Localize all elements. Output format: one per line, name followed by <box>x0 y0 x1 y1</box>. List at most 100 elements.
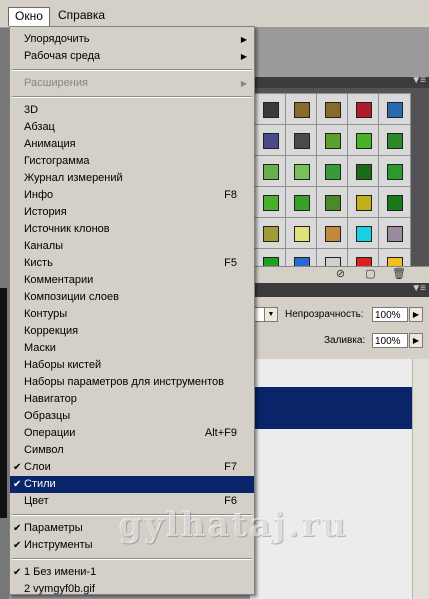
style-swatch[interactable] <box>378 124 411 157</box>
layers-panel-header[interactable]: ▼≡ <box>250 283 429 297</box>
menu-item[interactable]: Символ <box>10 442 254 459</box>
style-swatch[interactable] <box>285 93 318 126</box>
menu-item-label: Слои <box>24 461 51 473</box>
menu-item[interactable]: 3D <box>10 102 254 119</box>
style-swatch[interactable] <box>378 155 411 188</box>
style-swatch-preview <box>294 133 310 149</box>
style-swatch[interactable] <box>347 186 380 219</box>
style-swatch[interactable] <box>347 217 380 250</box>
menu-item-label: Рабочая среда <box>24 50 101 62</box>
menu-item-label: Инфо <box>24 189 54 201</box>
style-swatch[interactable] <box>254 124 287 157</box>
menu-help[interactable]: Справка <box>52 7 111 24</box>
style-swatch-preview <box>356 164 372 180</box>
menu-window[interactable]: Окно <box>8 7 50 26</box>
style-swatch-preview <box>294 102 310 118</box>
style-swatch[interactable] <box>254 93 287 126</box>
style-swatch[interactable] <box>378 186 411 219</box>
style-swatch[interactable] <box>347 124 380 157</box>
style-swatch-preview <box>387 102 403 118</box>
menu-bar: Окно Справка <box>0 0 429 28</box>
menu-item[interactable]: Инфо F8 <box>10 187 254 204</box>
menu-item-label: История <box>24 206 67 218</box>
menu-item[interactable]: ✔ Слои F7 <box>10 459 254 476</box>
style-swatch[interactable] <box>316 217 349 250</box>
menu-item-label: Абзац <box>24 121 55 133</box>
menu-item[interactable]: Журнал измерений <box>10 170 254 187</box>
style-swatch[interactable] <box>285 124 318 157</box>
style-swatch-preview <box>387 164 403 180</box>
fill-slider-button[interactable]: ▶ <box>409 333 423 348</box>
style-swatch-preview <box>356 133 372 149</box>
style-swatch-preview <box>263 226 279 242</box>
menu-item[interactable]: Коррекция <box>10 323 254 340</box>
menu-item[interactable]: Образцы <box>10 408 254 425</box>
menu-item[interactable]: ✔ 1 Без имени-1 <box>10 564 254 581</box>
layers-scrollbar[interactable] <box>412 359 429 599</box>
menu-item[interactable]: Композиции слоев <box>10 289 254 306</box>
panel-menu-icon[interactable]: ▼≡ <box>411 75 426 86</box>
layer-row-selected[interactable] <box>250 387 412 429</box>
menu-item-label: 3D <box>24 104 39 116</box>
style-swatch[interactable] <box>285 217 318 250</box>
style-swatch[interactable] <box>347 93 380 126</box>
style-swatch[interactable] <box>378 217 411 250</box>
style-swatch-preview <box>263 164 279 180</box>
fill-input[interactable]: 100% <box>372 333 408 348</box>
menu-item[interactable]: Рабочая среда ▶ <box>10 48 254 65</box>
menu-item[interactable]: ✔ Стили <box>10 476 254 493</box>
menu-item[interactable]: Абзац <box>10 119 254 136</box>
submenu-arrow-icon: ▶ <box>240 79 247 88</box>
style-swatch-preview <box>387 133 403 149</box>
style-swatch[interactable] <box>285 186 318 219</box>
menu-item-label: Символ <box>24 444 64 456</box>
style-swatch[interactable] <box>316 186 349 219</box>
styles-panel-header[interactable]: ▼≡ <box>250 75 429 88</box>
style-swatch[interactable] <box>285 155 318 188</box>
style-swatch[interactable] <box>378 93 411 126</box>
checkmark-icon: ✔ <box>13 540 22 551</box>
menu-item[interactable]: История <box>10 204 254 221</box>
menu-item[interactable]: Упорядочить ▶ <box>10 31 254 48</box>
opacity-slider-button[interactable]: ▶ <box>409 307 423 322</box>
style-swatch[interactable] <box>254 155 287 188</box>
style-swatch[interactable] <box>316 93 349 126</box>
menu-item[interactable]: Цвет F6 <box>10 493 254 510</box>
style-swatch[interactable] <box>254 186 287 219</box>
trash-icon[interactable]: 🗑 <box>392 268 406 281</box>
menu-item-label: Инструменты <box>24 539 93 551</box>
menu-item[interactable]: Операции Alt+F9 <box>10 425 254 442</box>
menu-item[interactable]: Гистограмма <box>10 153 254 170</box>
opacity-input[interactable]: 100% <box>372 307 408 322</box>
style-swatch[interactable] <box>254 217 287 250</box>
menu-item[interactable]: Контуры <box>10 306 254 323</box>
panel-menu-icon[interactable]: ▼≡ <box>411 283 426 294</box>
menu-item[interactable]: ✔ Параметры <box>10 520 254 537</box>
menu-item-label: Навигатор <box>24 393 77 405</box>
style-swatch[interactable] <box>316 124 349 157</box>
menu-item[interactable]: Комментарии <box>10 272 254 289</box>
menu-item: Расширения ▶ <box>10 75 254 92</box>
clear-style-icon[interactable]: ⊘ <box>334 268 347 281</box>
checkmark-icon: ✔ <box>13 462 22 473</box>
style-swatch[interactable] <box>347 155 380 188</box>
menu-item-shortcut: F6 <box>224 495 237 507</box>
style-swatch-preview <box>356 195 372 211</box>
menu-item[interactable]: Маски <box>10 340 254 357</box>
menu-item[interactable]: 2 vymgyf0b.gif <box>10 581 254 598</box>
style-swatch-preview <box>325 133 341 149</box>
menu-item[interactable]: Источник клонов <box>10 221 254 238</box>
new-style-icon[interactable]: ▢ <box>364 268 377 281</box>
style-swatch[interactable] <box>316 155 349 188</box>
menu-item[interactable]: Наборы параметров для инструментов <box>10 374 254 391</box>
fill-label: Заливка: <box>324 335 366 346</box>
menu-item[interactable]: Наборы кистей <box>10 357 254 374</box>
menu-item[interactable]: Навигатор <box>10 391 254 408</box>
style-swatch-preview <box>294 226 310 242</box>
menu-item[interactable]: Кисть F5 <box>10 255 254 272</box>
menu-item[interactable]: Анимация <box>10 136 254 153</box>
window-menu-dropdown: Упорядочить ▶ Рабочая среда ▶ Расширения ▶ 3D А… <box>9 26 255 595</box>
menu-item-label: Стили <box>24 478 56 490</box>
menu-item[interactable]: Каналы <box>10 238 254 255</box>
menu-item[interactable]: ✔ Инструменты <box>10 537 254 554</box>
